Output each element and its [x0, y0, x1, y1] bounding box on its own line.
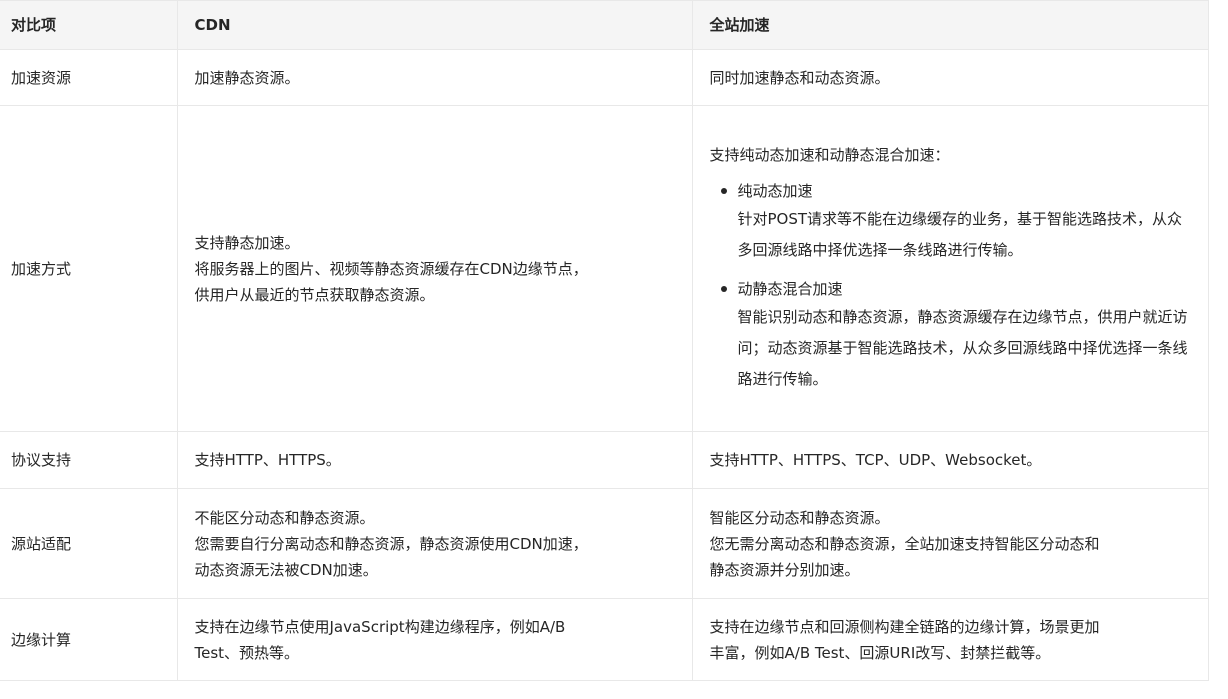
table-row: 加速资源 加速静态资源。 同时加速静态和动态资源。 [0, 49, 1209, 106]
header-compare-item: 对比项 [0, 0, 178, 50]
cell-text: Test、预热等。 [194, 643, 300, 662]
cell-text: 供用户从最近的节点获取静态资源。 [194, 285, 435, 304]
list-item-description: 智能识别动态和静态资源，静态资源缓存在边缘节点，供用户就近访问；动态资源基于智能… [737, 308, 1188, 388]
dcdn-cell-protocol: 支持HTTP、HTTPS、TCP、UDP、Websocket。 [691, 431, 1209, 489]
cell-text: 加速静态资源。 [194, 68, 300, 87]
cell-text: 支持静态加速。 [194, 233, 300, 252]
cdn-cell-origin: 不能区分动态和静态资源。 您需要自行分离动态和静态资源，静态资源使用CDN加速，… [176, 488, 693, 599]
bullet-dot-icon [720, 188, 727, 194]
cell-intro-text: 支持纯动态加速和动静态混合加速： [709, 146, 950, 164]
comparison-table: 对比项 CDN 全站加速 加速资源 加速静态资源。 同时加速静态和动态资源。 加… [0, 0, 1209, 681]
row-label-edge: 边缘计算 [0, 598, 178, 681]
table-row: 源站适配 不能区分动态和静态资源。 您需要自行分离动态和静态资源，静态资源使用C… [0, 488, 1209, 599]
cell-text: 智能区分动态和静态资源。 [709, 508, 890, 527]
cell-text: 您需要自行分离动态和静态资源，静态资源使用CDN加速， [194, 534, 588, 553]
table-row: 协议支持 支持HTTP、HTTPS。 支持HTTP、HTTPS、TCP、UDP、… [0, 431, 1209, 489]
header-cdn: CDN [176, 0, 693, 50]
list-item: 动静态混合加速 智能识别动态和静态资源，静态资源缓存在边缘节点，供用户就近访问；… [710, 276, 1192, 395]
dcdn-cell-origin: 智能区分动态和静态资源。 您无需分离动态和静态资源，全站加速支持智能区分动态和 … [691, 488, 1209, 599]
list-item-description: 针对POST请求等不能在边缘缓存的业务，基于智能选路技术，从众多回源线路中择优选… [737, 210, 1183, 259]
list-item-title: 动静态混合加速 [737, 280, 843, 298]
cell-text: 支持HTTP、HTTPS、TCP、UDP、Websocket。 [709, 451, 1042, 469]
header-dcdn: 全站加速 [691, 0, 1209, 50]
bullet-dot-icon [720, 286, 727, 292]
dcdn-cell-method: 支持纯动态加速和动静态混合加速： 纯动态加速 针对POST请求等不能在边缘缓存的… [691, 105, 1209, 432]
cell-text: 同时加速静态和动态资源。 [709, 68, 890, 87]
cdn-cell-method: 支持静态加速。 将服务器上的图片、视频等静态资源缓存在CDN边缘节点， 供用户从… [176, 105, 693, 432]
list-item: 纯动态加速 针对POST请求等不能在边缘缓存的业务，基于智能选路技术，从众多回源… [710, 178, 1192, 266]
dcdn-cell-resource: 同时加速静态和动态资源。 [691, 49, 1209, 106]
cell-text: 动态资源无法被CDN加速。 [194, 560, 378, 579]
cell-text: 支持在边缘节点使用JavaScript构建边缘程序，例如A/B [194, 617, 566, 636]
cdn-cell-edge: 支持在边缘节点使用JavaScript构建边缘程序，例如A/B Test、预热等… [176, 598, 693, 681]
acceleration-mode-list: 纯动态加速 针对POST请求等不能在边缘缓存的业务，基于智能选路技术，从众多回源… [710, 178, 1192, 395]
cell-text: 将服务器上的图片、视频等静态资源缓存在CDN边缘节点， [194, 259, 588, 278]
cell-text: 静态资源并分别加速。 [709, 560, 860, 579]
cell-text: 丰富，例如A/B Test、回源URI改写、封禁拦截等。 [709, 643, 1051, 662]
cell-text: 您无需分离动态和静态资源，全站加速支持智能区分动态和 [709, 534, 1100, 553]
table-row: 加速方式 支持静态加速。 将服务器上的图片、视频等静态资源缓存在CDN边缘节点，… [0, 105, 1209, 432]
table-row: 边缘计算 支持在边缘节点使用JavaScript构建边缘程序，例如A/B Tes… [0, 598, 1209, 681]
cell-text: 不能区分动态和静态资源。 [194, 508, 375, 527]
row-label-origin: 源站适配 [0, 488, 178, 599]
table-header-row: 对比项 CDN 全站加速 [0, 0, 1209, 50]
cdn-cell-protocol: 支持HTTP、HTTPS。 [176, 431, 693, 489]
row-label-resource: 加速资源 [0, 49, 178, 106]
dcdn-cell-edge: 支持在边缘节点和回源侧构建全链路的边缘计算，场景更加 丰富，例如A/B Test… [691, 598, 1209, 681]
cdn-cell-resource: 加速静态资源。 [176, 49, 693, 106]
row-label-protocol: 协议支持 [0, 431, 178, 489]
row-label-method: 加速方式 [0, 105, 178, 432]
list-item-title: 纯动态加速 [737, 182, 813, 200]
cell-text: 支持HTTP、HTTPS。 [194, 451, 341, 469]
cell-text: 支持在边缘节点和回源侧构建全链路的边缘计算，场景更加 [709, 617, 1100, 636]
